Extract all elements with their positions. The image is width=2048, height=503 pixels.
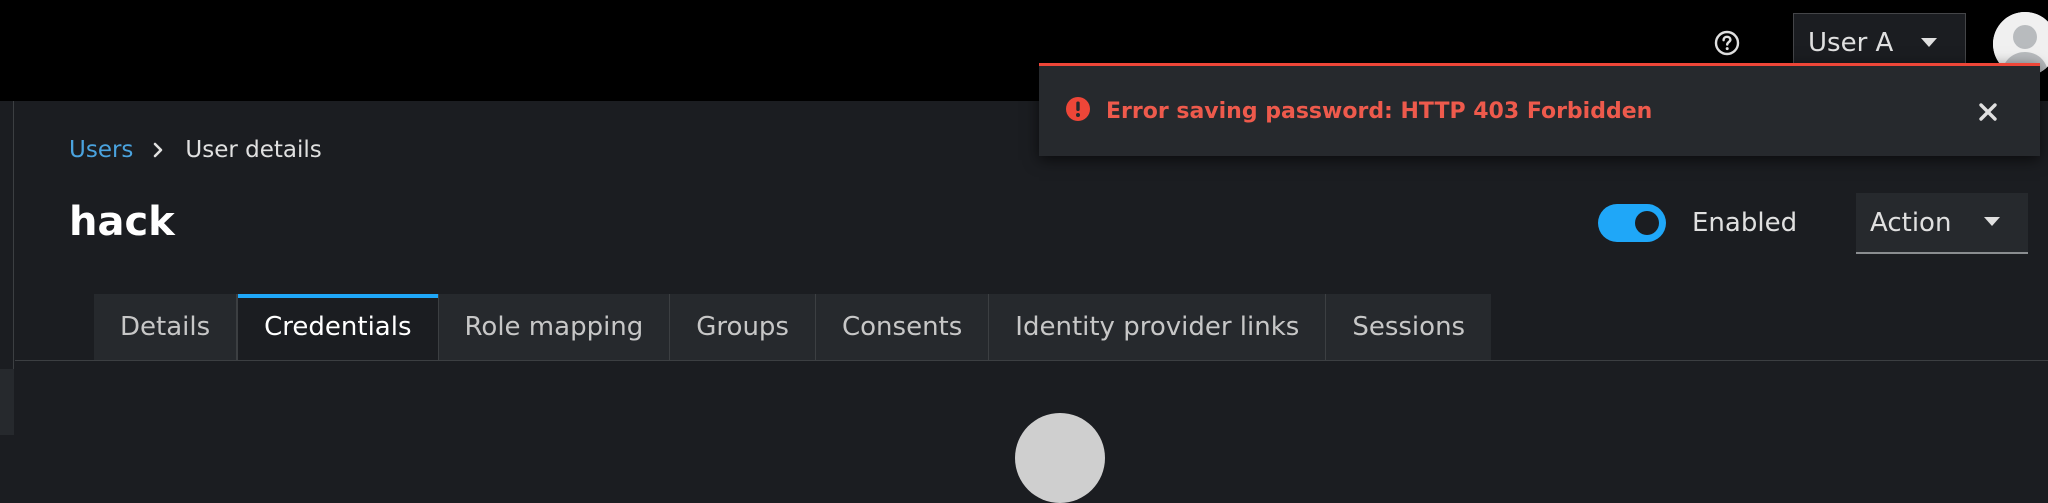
tab-role-mapping[interactable]: Role mapping: [438, 294, 671, 360]
sidebar-active-marker: [0, 369, 14, 435]
tab-identity-provider-links[interactable]: Identity provider links: [989, 294, 1327, 360]
caret-down-icon: [1921, 38, 1937, 47]
error-alert: Error saving password: HTTP 403 Forbidde…: [1039, 63, 2040, 156]
tab-credentials[interactable]: Credentials: [237, 294, 439, 360]
help-button[interactable]: [1712, 28, 1742, 58]
user-menu-label: User A: [1808, 28, 1894, 58]
sidebar-edge: [0, 101, 14, 435]
caret-down-icon: [1984, 217, 2000, 226]
alert-close-button[interactable]: [1975, 99, 2001, 125]
tab-consents[interactable]: Consents: [815, 294, 990, 360]
enabled-switch[interactable]: [1598, 204, 1666, 242]
empty-state-icon: [1015, 413, 1105, 503]
alert-title: Error saving password: HTTP 403 Forbidde…: [1106, 99, 1653, 124]
action-dropdown[interactable]: Action: [1856, 193, 2028, 254]
breadcrumb-current: User details: [185, 137, 322, 163]
tab-sessions[interactable]: Sessions: [1326, 294, 1492, 360]
enabled-switch-label: Enabled: [1692, 208, 1798, 238]
tabs-divider: [15, 360, 2048, 361]
tab-list: Details Credentials Role mapping Groups …: [94, 294, 1492, 360]
breadcrumb-link-users[interactable]: Users: [69, 137, 133, 163]
page-title: hack: [69, 199, 175, 245]
question-circle-icon: [1714, 30, 1740, 56]
action-dropdown-label: Action: [1870, 207, 1952, 238]
exclamation-circle-icon: [1066, 97, 1090, 121]
switch-knob: [1635, 211, 1659, 235]
tab-details[interactable]: Details: [94, 294, 238, 360]
close-icon: [1979, 103, 1997, 121]
tab-groups[interactable]: Groups: [670, 294, 816, 360]
breadcrumb: Users User details: [69, 137, 322, 163]
chevron-right-icon: [153, 142, 163, 158]
